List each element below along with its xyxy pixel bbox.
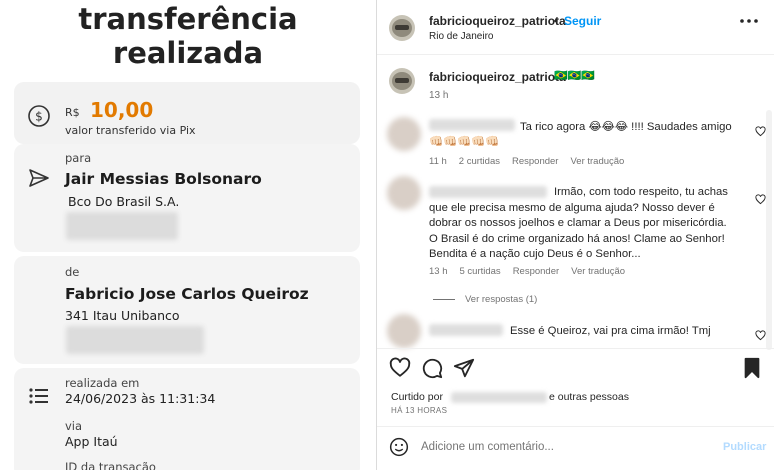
recipient-details-redacted — [66, 212, 178, 240]
svg-text:$: $ — [35, 110, 43, 124]
publish-button[interactable]: Publicar — [723, 441, 766, 453]
recipient-label: para — [65, 151, 92, 165]
heart-icon[interactable] — [389, 357, 411, 379]
comment-meta: 11 h 2 curtidas Responder Ver tradução — [429, 156, 636, 167]
post-time-ago: HÁ 13 HORAS — [391, 406, 448, 415]
reply-button[interactable]: Responder — [513, 266, 559, 277]
translate-button[interactable]: Ver tradução — [571, 266, 625, 277]
receipt-title-line2: realizada — [112, 36, 264, 70]
caption-time: 13 h — [429, 90, 449, 101]
more-horizontal-icon[interactable] — [739, 18, 759, 24]
caption-username[interactable]: fabricioqueiroz_patriota — [429, 70, 566, 84]
instagram-post-panel: fabricioqueiroz_patriota • Seguir Rio de… — [376, 0, 774, 470]
header-divider — [377, 54, 774, 55]
comment-likes[interactable]: 5 curtidas — [460, 266, 501, 277]
liked-by-user-redacted[interactable] — [451, 392, 547, 403]
via-value: App Itaú — [65, 434, 118, 449]
txid-label: ID da transação — [65, 460, 156, 470]
comment-likes[interactable]: 2 curtidas — [459, 156, 500, 167]
comment-text: Esse é Queiroz, vai pra cima irmão! Tmj — [510, 325, 711, 337]
comment-avatar[interactable] — [387, 117, 421, 151]
share-icon[interactable] — [453, 357, 475, 379]
comment-username-redacted[interactable] — [429, 324, 503, 336]
caption-flags: 🇧🇷🇧🇷🇧🇷 — [554, 70, 596, 82]
follow-button[interactable]: Seguir — [564, 14, 601, 28]
reply-button[interactable]: Responder — [512, 156, 558, 167]
view-replies-button[interactable]: Ver respostas (1) — [465, 294, 537, 305]
recipient-bank: Bco Do Brasil S.A. — [68, 194, 180, 209]
header-dot: • — [554, 14, 559, 28]
comment-time: 13 h — [429, 266, 448, 277]
comment-text-emoji: 👊🏻👊🏻👊🏻👊🏻👊🏻 — [429, 136, 500, 148]
sender-bank: 341 Itau Unibanco — [65, 308, 180, 323]
emoji-icon[interactable] — [389, 437, 409, 457]
comment-input[interactable] — [421, 437, 711, 457]
comment-avatar[interactable] — [387, 176, 421, 210]
pix-receipt-image: transferência realizada $ R$ 10,00 valor… — [0, 0, 376, 470]
composer-divider — [377, 426, 774, 427]
comment-username-redacted[interactable] — [429, 119, 515, 131]
amount-value: 10,00 — [90, 98, 154, 122]
bookmark-icon[interactable] — [741, 357, 763, 379]
comment-meta: 13 h 5 curtidas Responder Ver tradução — [429, 266, 637, 277]
author-username[interactable]: fabricioqueiroz_patriota — [429, 14, 566, 28]
comments-scrollbar[interactable] — [765, 110, 773, 350]
list-icon — [29, 388, 48, 404]
author-avatar[interactable] — [389, 15, 415, 41]
recipient-name: Jair Messias Bolsonaro — [65, 170, 262, 188]
dollar-coin-icon: $ — [28, 105, 50, 127]
via-label: via — [65, 419, 83, 433]
caption-avatar[interactable] — [389, 68, 415, 94]
actions-divider — [377, 348, 774, 349]
amount-sublabel: valor transferido via Pix — [65, 124, 196, 137]
comment-text: Irmão, com todo respeito, tu achas que e… — [429, 186, 728, 260]
comment-text: Ta rico agora 😂😂😂 !!!! Saudades amigo — [520, 121, 732, 133]
liked-by-suffix[interactable]: e outras pessoas — [549, 391, 629, 403]
replies-line — [433, 299, 455, 300]
date-value: 24/06/2023 às 11:31:34 — [65, 391, 216, 406]
sender-label: de — [65, 265, 80, 279]
comment-time: 11 h — [429, 156, 447, 167]
post-location[interactable]: Rio de Janeiro — [429, 31, 493, 42]
date-label: realizada em — [65, 376, 140, 390]
amount-currency: R$ — [65, 106, 80, 119]
receipt-title-line1: transferência — [78, 2, 298, 36]
sender-name: Fabricio Jose Carlos Queiroz — [65, 285, 309, 303]
translate-button[interactable]: Ver tradução — [570, 156, 624, 167]
send-icon — [29, 169, 49, 187]
comment-avatar[interactable] — [387, 314, 421, 348]
comment-icon[interactable] — [421, 357, 443, 379]
liked-by-prefix: Curtido por — [391, 391, 443, 403]
sender-details-redacted — [66, 326, 204, 354]
